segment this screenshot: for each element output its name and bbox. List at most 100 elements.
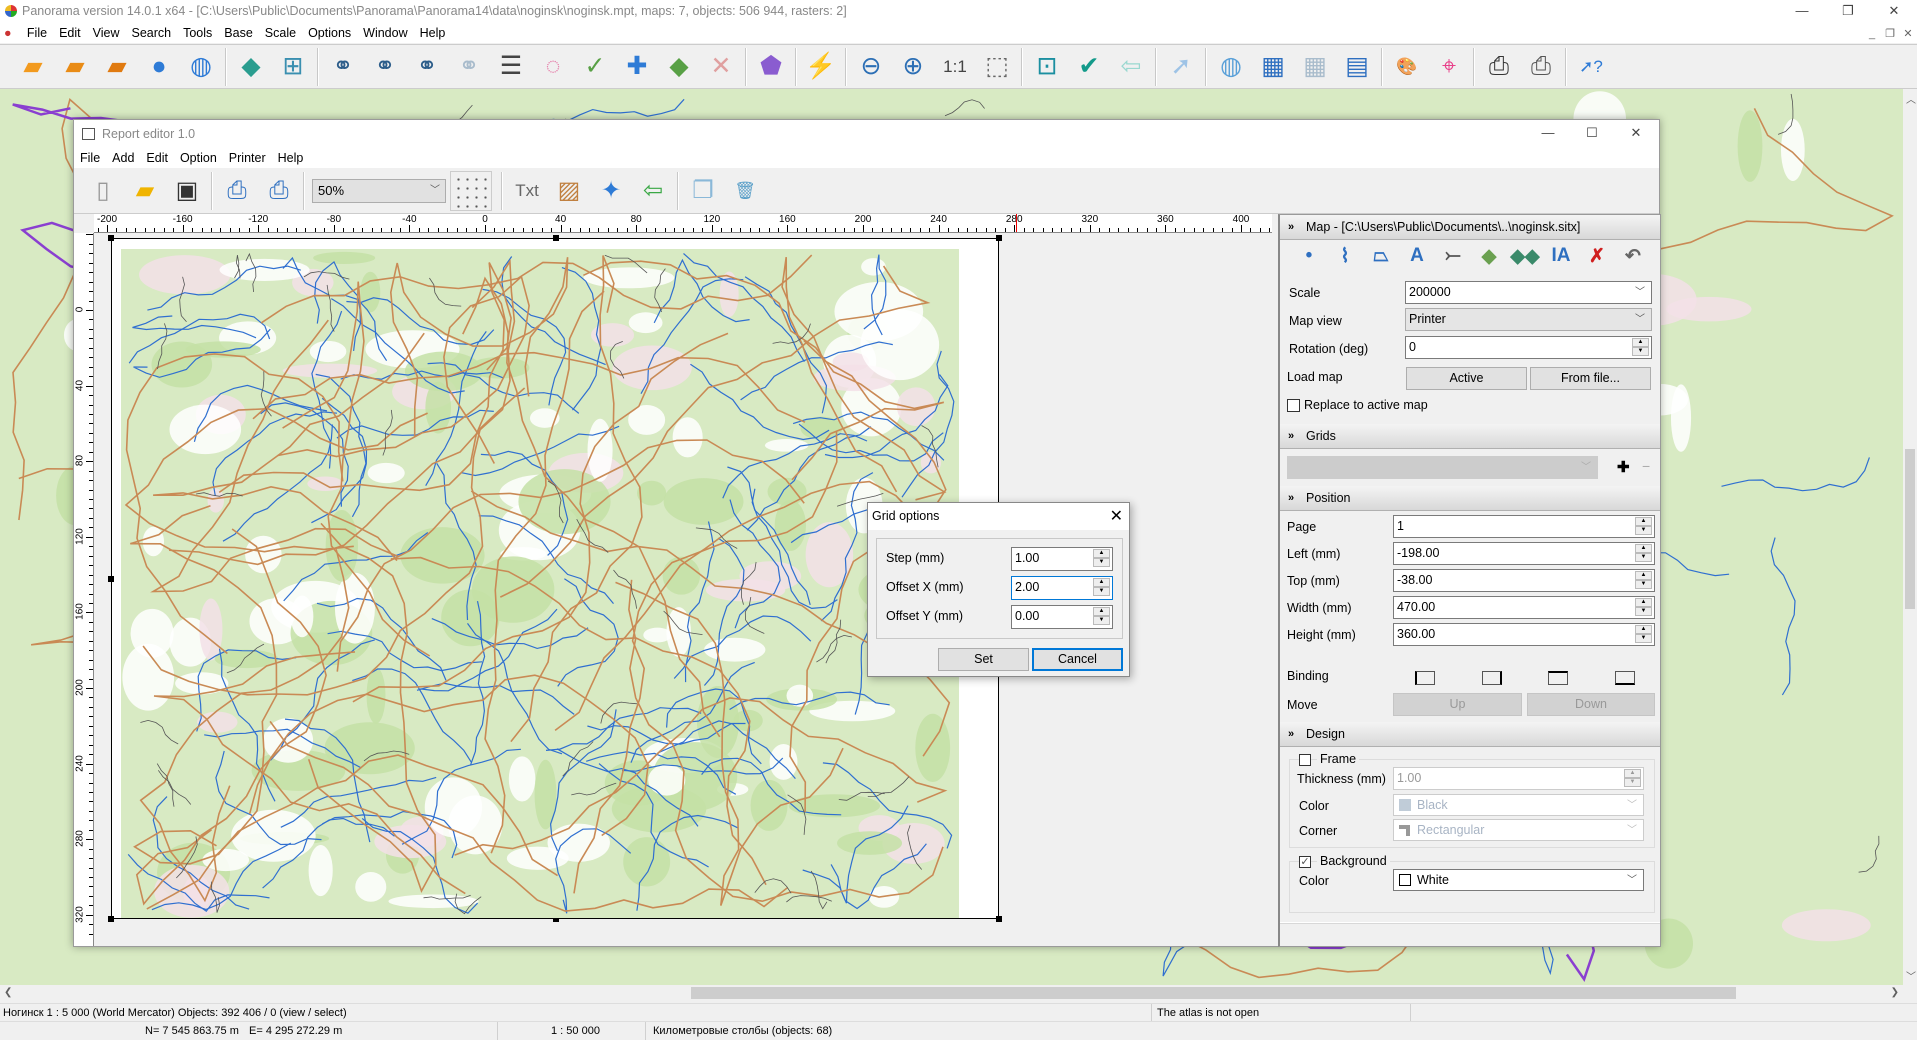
print-preview-button[interactable]: ⎙ xyxy=(258,171,300,211)
binoculars-more-button[interactable]: ⚭ xyxy=(406,47,448,87)
move-up-button[interactable]: Up xyxy=(1393,693,1522,716)
top-spinner[interactable]: ▲ ▼ xyxy=(1635,571,1652,590)
scale-combobox[interactable]: 200000 ﹀ xyxy=(1405,281,1652,304)
binoculars-button[interactable]: ⚭ xyxy=(322,47,364,87)
active-map-button[interactable]: Active xyxy=(1406,367,1527,390)
menu-file[interactable]: File xyxy=(21,23,53,43)
dbm-pointer-button[interactable]: ▦ xyxy=(1294,47,1336,87)
globe-list-button[interactable]: ◍ xyxy=(180,47,222,87)
binoculars-text-button[interactable]: ⚭ xyxy=(364,47,406,87)
mdi-app-icon[interactable]: ● xyxy=(0,23,18,43)
corner-select[interactable]: Rectangular ﹀ xyxy=(1393,819,1644,841)
rotation-input[interactable]: 0 ▲ ▼ xyxy=(1405,336,1652,359)
open-remote-button[interactable]: ▰ xyxy=(54,47,96,87)
add-compass-button[interactable]: ✦ xyxy=(590,171,632,211)
step-input[interactable]: 1.00 ▲ ▼ xyxy=(1011,547,1113,571)
layers-button[interactable]: ◆ xyxy=(230,47,272,87)
offset-x-spinner[interactable]: ▲ ▼ xyxy=(1093,578,1110,597)
left-spinner[interactable]: ▲ ▼ xyxy=(1635,544,1652,563)
vector-icon[interactable]: ⤚ xyxy=(1438,245,1468,271)
frame-window-button[interactable]: ⊡ xyxy=(1026,47,1068,87)
offset-x-input[interactable]: 2.00 ▲ ▼ xyxy=(1011,576,1113,600)
design-section-header[interactable]: » Design xyxy=(1280,722,1660,747)
menu-help[interactable]: Help xyxy=(272,148,310,168)
zoom-in-button[interactable]: ⊕ xyxy=(892,47,934,87)
select-clear-button[interactable]: ✕ xyxy=(700,47,742,87)
menu-file[interactable]: File xyxy=(74,148,106,168)
polygon-icon[interactable]: ⏢ xyxy=(1366,245,1396,271)
select-check-button[interactable]: ✓ xyxy=(574,47,616,87)
report-map-image[interactable] xyxy=(121,249,959,918)
resize-handle[interactable] xyxy=(108,235,114,241)
zoom-fit-button[interactable]: ⬚ xyxy=(976,47,1018,87)
resize-handle[interactable] xyxy=(553,235,559,241)
menu-search[interactable]: Search xyxy=(125,23,177,43)
offset-y-input[interactable]: 0.00 ▲ ▼ xyxy=(1011,605,1113,629)
select-area-button[interactable]: ◌ xyxy=(532,47,574,87)
close-button[interactable]: ✕ xyxy=(1871,0,1917,23)
page-spinner[interactable]: ▲ ▼ xyxy=(1635,517,1652,536)
thickness-input[interactable]: 1.00 ▲ ▼ xyxy=(1393,767,1644,790)
bind-top-icon[interactable] xyxy=(1548,671,1568,685)
frame-checkbox[interactable] xyxy=(1299,754,1311,766)
undo-icon[interactable]: ↶ xyxy=(1618,245,1648,271)
height-input[interactable]: 360.00 ▲ ▼ xyxy=(1393,623,1655,646)
check-button[interactable]: ✔ xyxy=(1068,47,1110,87)
move-object-icon[interactable]: ◆ xyxy=(1474,245,1504,271)
from-file-button[interactable]: From file... xyxy=(1530,367,1651,390)
bind-left-icon[interactable] xyxy=(1415,671,1435,685)
shapes-button[interactable]: ⬟ xyxy=(750,47,792,87)
text-cursor-icon[interactable]: IA xyxy=(1546,245,1576,271)
minimize-button[interactable]: — xyxy=(1779,0,1825,23)
bind-bottom-icon[interactable] xyxy=(1615,671,1635,685)
resize-handle[interactable] xyxy=(108,916,114,922)
scroll-up-arrow[interactable]: ︿ xyxy=(1906,91,1916,106)
resize-handle[interactable] xyxy=(996,916,1002,922)
dialog-close-icon[interactable]: ✕ xyxy=(1110,503,1123,530)
open-globe-button[interactable]: ● xyxy=(138,47,180,87)
horizontal-scrollbar[interactable]: ❮ ❯ xyxy=(0,985,1903,1002)
width-spinner[interactable]: ▲ ▼ xyxy=(1635,598,1652,617)
width-input[interactable]: 470.00 ▲ ▼ xyxy=(1393,596,1655,619)
horizontal-scroll-thumb[interactable] xyxy=(691,987,1736,999)
vertical-scrollbar[interactable]: ︿ ﹀ xyxy=(1903,89,1917,985)
thickness-spinner[interactable]: ▲ ▼ xyxy=(1624,769,1641,788)
copy-page-button[interactable]: ❐ xyxy=(682,171,724,211)
grids-select[interactable]: ﹀ xyxy=(1287,456,1598,479)
menu-printer[interactable]: Printer xyxy=(223,148,272,168)
delete-object-icon[interactable]: ✗ xyxy=(1582,245,1612,271)
page-input[interactable]: 1 ▲ ▼ xyxy=(1393,515,1655,538)
position-section-header[interactable]: » Position xyxy=(1280,486,1660,511)
replace-active-map-checkbox[interactable] xyxy=(1287,399,1300,412)
copy-objects-icon[interactable]: ◆◆ xyxy=(1510,245,1540,271)
resize-handle[interactable] xyxy=(108,576,114,582)
menu-base[interactable]: Base xyxy=(218,23,259,43)
legend-tree-button[interactable]: ⊞ xyxy=(272,47,314,87)
scroll-left-arrow[interactable]: ❮ xyxy=(4,987,12,998)
resize-handle[interactable] xyxy=(996,235,1002,241)
height-spinner[interactable]: ▲ ▼ xyxy=(1635,625,1652,644)
map-view-select[interactable]: Printer ﹀ xyxy=(1405,308,1652,331)
step-spinner[interactable]: ▲ ▼ xyxy=(1093,549,1110,568)
mdi-close-button[interactable]: ✕ xyxy=(1899,24,1917,44)
left-input[interactable]: -198.00 ▲ ▼ xyxy=(1393,542,1655,565)
menu-add[interactable]: Add xyxy=(106,148,140,168)
menu-edit[interactable]: Edit xyxy=(140,148,174,168)
pointer-button[interactable]: ➚ xyxy=(1160,47,1202,87)
trash-button[interactable]: 🗑 xyxy=(724,171,766,211)
scroll-down-arrow[interactable]: ﹀ xyxy=(1906,968,1916,983)
binoculars-disabled-button[interactable]: ⚭ xyxy=(448,47,490,87)
scroll-right-arrow[interactable]: ❯ xyxy=(1891,987,1899,998)
menu-edit[interactable]: Edit xyxy=(53,23,87,43)
menu-view[interactable]: View xyxy=(87,23,126,43)
new-page-button[interactable]: ▯ xyxy=(82,171,124,211)
menu-help[interactable]: Help xyxy=(414,23,452,43)
grid-toggle-button[interactable] xyxy=(450,170,492,211)
select-add-button[interactable]: ✚ xyxy=(616,47,658,87)
set-button[interactable]: Set xyxy=(938,648,1029,671)
open-folder-button[interactable]: ▰ xyxy=(124,171,166,211)
report-maximize-button[interactable]: ☐ xyxy=(1569,122,1615,145)
report-close-button[interactable]: ✕ xyxy=(1613,122,1659,145)
move-down-button[interactable]: Down xyxy=(1527,693,1655,716)
bg-color-select[interactable]: White ﹀ xyxy=(1393,869,1644,891)
